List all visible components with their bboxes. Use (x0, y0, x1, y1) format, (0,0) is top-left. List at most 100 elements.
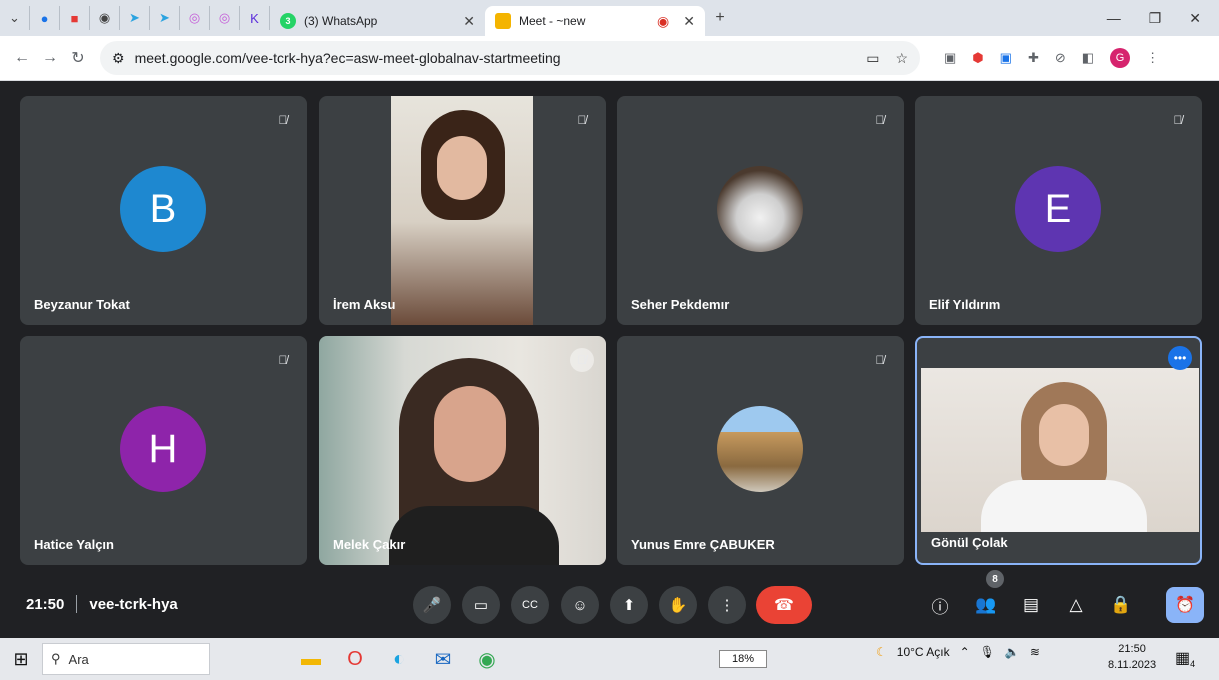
notification-count: 4 (1190, 659, 1196, 670)
meeting-code: vee-tcrk-hya (89, 595, 178, 613)
notification-center-icon[interactable]: ▦4 (1175, 648, 1195, 669)
participant-name: Yunus Emre ÇABUKER (631, 537, 775, 552)
address-bar: ← → ↻ ⚙ meet.google.com/vee-tcrk-hya?ec=… (0, 36, 1219, 81)
show-hidden-icons[interactable]: ⌃ (960, 645, 970, 659)
participant-name: İrem Aksu (333, 297, 396, 312)
windows-start-icon[interactable]: ⊞ (0, 649, 42, 670)
site-info-icon[interactable]: ⚙ (112, 50, 125, 67)
participant-tile-speaking[interactable]: ••• Gönül Çolak (915, 336, 1202, 565)
participant-tile[interactable]: E 🎙̸ Elif Yıldırım (915, 96, 1202, 325)
bookmark-star-icon[interactable]: ☆ (895, 50, 908, 67)
menu-icon[interactable]: ⋮ (1146, 50, 1159, 66)
extension-icon[interactable]: ▣ (1000, 50, 1012, 66)
meeting-time: 21:50 (26, 595, 65, 613)
people-count-badge: 8 (986, 570, 1004, 588)
emoji-button[interactable]: ☺ (561, 586, 599, 624)
microphone-button[interactable]: 🎤 (413, 586, 451, 624)
participant-tile[interactable]: 🎙̸ Seher Pekdemır (617, 96, 904, 325)
restore-icon[interactable]: ❐ (1149, 10, 1162, 27)
more-options-button[interactable]: ⋮ (708, 586, 746, 624)
captions-button[interactable]: CC (511, 586, 549, 624)
avatar: E (1015, 166, 1101, 252)
search-placeholder: Ara (68, 651, 89, 667)
meeting-info: 21:50 vee-tcrk-hya (26, 595, 178, 613)
wifi-icon[interactable]: ≋ (1030, 645, 1040, 659)
people-icon[interactable]: 👥 (971, 590, 1001, 620)
mic-off-icon: 🎙̸ (577, 113, 587, 127)
chat-icon[interactable]: ▤ (1016, 590, 1046, 620)
tab-pinned[interactable]: ● (30, 6, 60, 30)
more-options-icon[interactable]: ••• (1168, 346, 1192, 370)
system-tray: ☾ 10°C Açık ⌃ 🎙 🔈 ≋ (876, 645, 1040, 659)
url-text[interactable]: meet.google.com/vee-tcrk-hya?ec=asw-meet… (135, 50, 561, 66)
extension-icon[interactable]: ▣ (944, 50, 956, 66)
tab-meet[interactable]: Meet - ~new ◉ ✕ (485, 6, 705, 36)
mic-off-icon: 🎙̸ (278, 113, 288, 127)
recording-icon: ◉ (657, 12, 670, 29)
avatar (717, 406, 803, 492)
participant-tile[interactable]: H 🎙̸ Hatice Yalçın (20, 336, 307, 565)
close-tab-icon[interactable]: ✕ (463, 13, 475, 30)
weather-icon[interactable]: ☾ (876, 645, 887, 659)
avatar: H (120, 406, 206, 492)
taskbar-search[interactable]: ⚲ Ara (42, 643, 210, 675)
close-window-icon[interactable]: ✕ (1189, 10, 1201, 27)
end-call-button[interactable]: ☎ (756, 586, 812, 624)
divider (76, 595, 78, 613)
back-icon[interactable]: ← (8, 49, 36, 67)
mic-off-icon: 🎙̸ (278, 353, 288, 367)
activities-icon[interactable]: △ (1061, 590, 1091, 620)
window-controls: — ❐ ✕ (1107, 10, 1219, 27)
side-panel-icon[interactable]: ◧ (1082, 50, 1094, 66)
profile-avatar[interactable]: G (1110, 48, 1131, 68)
tab-telegram[interactable]: ➤ (150, 6, 180, 30)
info-icon[interactable]: ⓘ (925, 590, 955, 620)
chrome-icon[interactable]: ◉ (472, 644, 502, 674)
tab-pinned[interactable]: ◉ (90, 6, 120, 30)
volume-icon[interactable]: 🔈 (1005, 645, 1020, 659)
omnibox[interactable]: ⚙ meet.google.com/vee-tcrk-hya?ec=asw-me… (100, 41, 920, 75)
opera-icon[interactable]: O (340, 644, 370, 674)
adblock-icon[interactable]: ⬢ (972, 50, 983, 66)
puzzle-icon[interactable]: ✚ (1028, 50, 1039, 66)
tab-whatsapp[interactable]: 3 (3) WhatsApp ✕ (270, 6, 485, 36)
reload-icon[interactable]: ↻ (64, 48, 92, 68)
extension-icon[interactable]: ⊘ (1055, 50, 1066, 66)
timer-button[interactable]: ⏰ (1166, 587, 1204, 623)
camera-permission-icon[interactable]: ▭ (866, 50, 879, 67)
close-tab-icon[interactable]: ✕ (683, 13, 695, 30)
host-controls-icon[interactable]: 🔒 (1106, 590, 1136, 620)
tab-pinned[interactable]: ◎ (210, 6, 240, 30)
tab-telegram[interactable]: ➤ (120, 6, 150, 30)
system-clock[interactable]: 21:50 8.11.2023 (1108, 641, 1156, 673)
tab-pinned[interactable]: ◎ (180, 6, 210, 30)
mic-off-icon: 🎙̸ (875, 113, 885, 127)
new-tab-button[interactable]: + (705, 6, 735, 30)
participant-tile[interactable]: B 🎙̸ Beyzanur Tokat (20, 96, 307, 325)
forward-icon[interactable]: → (36, 49, 64, 67)
participant-tile[interactable]: 🎙̸ İrem Aksu (319, 96, 606, 325)
tab-youtube[interactable]: ■ (60, 6, 90, 30)
mic-off-icon: 🎙̸ (875, 353, 885, 367)
avatar: B (120, 166, 206, 252)
tab-pinned[interactable]: K (240, 6, 270, 30)
tab-list-button[interactable]: ⌄ (0, 6, 30, 30)
avatar (717, 166, 803, 252)
raise-hand-button[interactable]: ✋ (659, 586, 697, 624)
file-explorer-icon[interactable]: ▬ (296, 644, 326, 674)
battery-indicator[interactable]: 18% (719, 650, 767, 668)
camera-button[interactable]: ▭ (462, 586, 500, 624)
mic-off-icon: 🎙̸ (570, 348, 594, 372)
edge-icon[interactable]: ◐ (384, 644, 414, 674)
minimize-icon[interactable]: — (1107, 10, 1121, 27)
participant-tile[interactable]: 🎙̸ Melek Çakır (319, 336, 606, 565)
participant-name: Seher Pekdemır (631, 297, 730, 312)
mail-icon[interactable]: ✉ (428, 644, 458, 674)
participant-name: Hatice Yalçın (34, 537, 114, 552)
participant-video (391, 96, 533, 325)
weather-text[interactable]: 10°C Açık (897, 645, 950, 659)
microphone-tray-icon[interactable]: 🎙 (980, 645, 995, 659)
present-button[interactable]: ⬆ (610, 586, 648, 624)
tab-label: (3) WhatsApp (304, 14, 378, 28)
participant-tile[interactable]: 🎙̸ Yunus Emre ÇABUKER (617, 336, 904, 565)
